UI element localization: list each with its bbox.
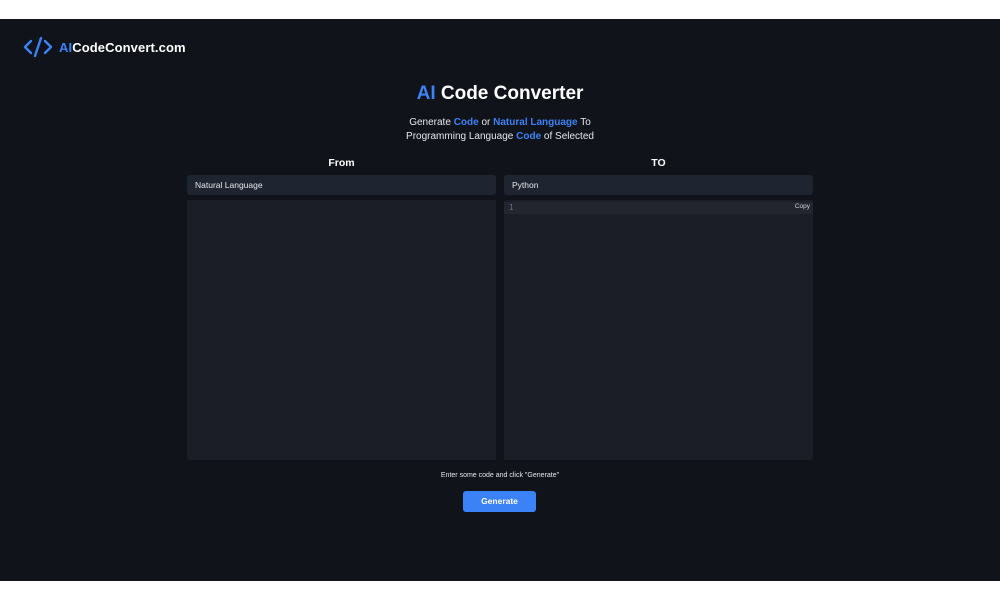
to-language-select[interactable]: Python	[504, 175, 813, 195]
line-number: 1	[509, 203, 514, 212]
site-logo[interactable]: AICodeConvert.com	[23, 36, 186, 58]
copy-button[interactable]: Copy	[794, 202, 811, 212]
to-heading: TO	[651, 157, 666, 169]
code-line: 1	[504, 202, 813, 214]
page-subtitle: Generate Code or Natural Language To Pro…	[406, 117, 594, 142]
site-name: AICodeConvert.com	[59, 39, 186, 55]
source-input[interactable]	[187, 200, 496, 460]
code-brackets-icon	[23, 36, 53, 58]
output-code-editor[interactable]: 1 Copy	[504, 200, 813, 460]
app-window: AICodeConvert.com AI Code Converter Gene…	[0, 19, 1000, 581]
generate-button[interactable]: Generate	[463, 491, 536, 512]
page-title: AI Code Converter	[416, 83, 584, 104]
from-language-value: Natural Language	[195, 180, 263, 190]
from-language-select[interactable]: Natural Language	[187, 175, 496, 195]
to-language-value: Python	[512, 180, 539, 190]
from-input-panel	[187, 200, 496, 460]
instruction-hint: Enter some code and click "Generate"	[440, 472, 560, 479]
from-heading: From	[328, 157, 355, 169]
